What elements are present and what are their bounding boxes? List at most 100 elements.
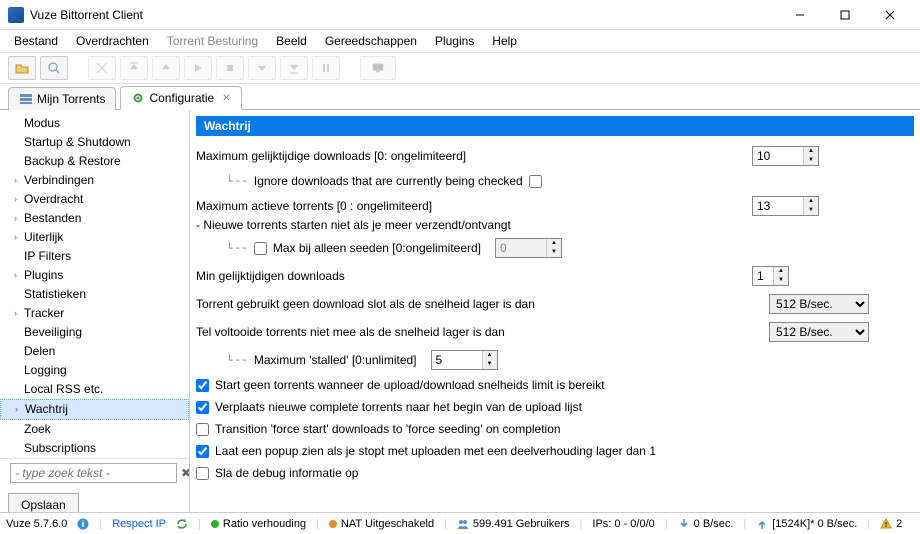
tree-item-tracker[interactable]: ›Tracker [0,304,189,323]
spinner-down-icon[interactable]: ▼ [774,276,788,285]
tree-item-backup-restore[interactable]: Backup & Restore [0,152,189,171]
warning-icon[interactable]: ! [880,518,892,530]
status-down: 0 B/sec. [694,518,734,530]
tree-item-modus[interactable]: Modus [0,114,189,133]
menu-overdrachten[interactable]: Overdrachten [68,31,157,51]
spinner-up-icon[interactable]: ▲ [483,351,497,360]
status-dot-green [211,520,219,528]
tab-configuratie[interactable]: Configuratie ✕ [120,86,241,110]
open-button[interactable] [8,56,36,80]
refresh-icon[interactable] [176,518,188,530]
status-warn: 2 [896,518,902,530]
chevron-icon: › [14,229,24,246]
mindl-input[interactable] [753,267,773,285]
tree-item-label: Logging [24,362,67,379]
status-up: [1524K]* 0 B/sec. [772,518,857,530]
tree-item-plugins[interactable]: ›Plugins [0,266,189,285]
spinner-up-icon[interactable]: ▲ [804,197,818,206]
tree-item-ip-filters[interactable]: IP Filters [0,247,189,266]
tree-item-label: IP Filters [24,248,71,265]
slotspeed-select[interactable]: 512 B/sec. [769,294,869,314]
maxactive-input[interactable] [753,197,803,215]
maxactive-spinner[interactable]: ▲▼ [752,196,819,216]
clear-search-icon[interactable]: ✖ [181,466,190,480]
ignore-checked-checkbox[interactable] [529,175,542,188]
status-version: Vuze 5.7.6.0 [6,518,67,530]
tree-item-uiterlijk[interactable]: ›Uiterlijk [0,228,189,247]
tree-item-startup-shutdown[interactable]: Startup & Shutdown [0,133,189,152]
tree-connector-icon: └╶╶ [226,354,246,367]
monitor-button [360,56,396,80]
tree-item-beveiliging[interactable]: Beveiliging [0,323,189,342]
tree-item-label: Beveiliging [24,324,82,341]
spinner-down-icon[interactable]: ▼ [804,206,818,215]
chk-debug-label: Sla de debug informatie op [215,466,358,480]
stalled-input[interactable] [432,351,482,369]
chk-move[interactable] [196,401,209,414]
tree-item-label: Bestanden [24,210,81,227]
spinner-down-icon[interactable]: ▼ [483,360,497,369]
tree-item-zoek[interactable]: Zoek [0,420,189,439]
config-tree: ModusStartup & ShutdownBackup & Restore›… [0,110,190,512]
tree-item-subscriptions[interactable]: Subscriptions [0,439,189,458]
maxseed-checkbox[interactable] [254,242,267,255]
start-button [184,56,212,80]
tab-bar: Mijn Torrents Configuratie ✕ [0,84,920,110]
tree-item-overdracht[interactable]: ›Overdracht [0,190,189,209]
tree-search-input[interactable] [10,463,177,483]
chevron-icon: › [14,191,24,208]
spinner-down-icon[interactable]: ▼ [804,156,818,165]
slotspeed-label: Torrent gebruikt geen download slot als … [196,297,546,311]
tree-item-wachtrij[interactable]: ›Wachtrij [0,399,189,420]
menu-beeld[interactable]: Beeld [268,31,315,51]
gear-icon [131,91,145,105]
mindl-spinner[interactable]: ▲▼ [752,266,789,286]
tree-connector-icon: └╶╶ [226,175,246,188]
chk-popup[interactable] [196,445,209,458]
tree-item-label: Delen [24,343,55,360]
chevron-icon: › [14,172,24,189]
chk-debug[interactable] [196,467,209,480]
status-respect[interactable]: Respect IP [112,518,166,530]
users-icon [457,518,469,530]
tree-item-label: Plugins [24,267,63,284]
info-icon[interactable]: i [77,518,89,530]
remove-button [88,56,116,80]
tree-item-local-rss-etc-[interactable]: Local RSS etc. [0,380,189,399]
menu-bestand[interactable]: Bestand [6,31,66,51]
tree-item-label: Local RSS etc. [24,381,103,398]
status-nat: NAT Uitgeschakeld [341,518,434,530]
maxdl-spinner[interactable]: ▲▼ [752,146,819,166]
tree-item-logging[interactable]: Logging [0,361,189,380]
tree-item-statistieken[interactable]: Statistieken [0,285,189,304]
maxdl-input[interactable] [753,147,803,165]
chk-force-label: Transition 'force start' downloads to 'f… [215,422,561,436]
maximize-button[interactable] [822,1,867,29]
chk-start[interactable] [196,379,209,392]
menu-help[interactable]: Help [484,31,525,51]
chevron-icon: › [15,401,25,418]
tree-item-label: Statistieken [24,286,86,303]
stalled-spinner[interactable]: ▲▼ [431,350,498,370]
search-button[interactable] [40,56,68,80]
chk-force[interactable] [196,423,209,436]
maxseed-spinner: ▲▼ [495,238,562,258]
window-title: Vuze Bittorrent Client [30,8,777,22]
menu-plugins[interactable]: Plugins [427,31,482,51]
app-icon [8,7,24,23]
menu-torrent-besturing[interactable]: Torrent Besturing [159,31,266,51]
save-button[interactable]: Opslaan [8,493,79,512]
donespeed-select[interactable]: 512 B/sec. [769,322,869,342]
tree-item-verbindingen[interactable]: ›Verbindingen [0,171,189,190]
menu-gereedschappen[interactable]: Gereedschappen [317,31,425,51]
spinner-up-icon[interactable]: ▲ [804,147,818,156]
tab-mijn-torrents[interactable]: Mijn Torrents [8,87,116,110]
close-button[interactable] [867,1,912,29]
config-panel: Wachtrij Maximum gelijktijdige downloads… [190,110,920,512]
tree-item-delen[interactable]: Delen [0,342,189,361]
tab-close-icon[interactable]: ✕ [222,93,230,104]
status-bar: Vuze 5.7.6.0 i | Respect IP | Ratio verh… [0,512,920,534]
minimize-button[interactable] [777,1,822,29]
spinner-up-icon[interactable]: ▲ [774,267,788,276]
tree-item-bestanden[interactable]: ›Bestanden [0,209,189,228]
